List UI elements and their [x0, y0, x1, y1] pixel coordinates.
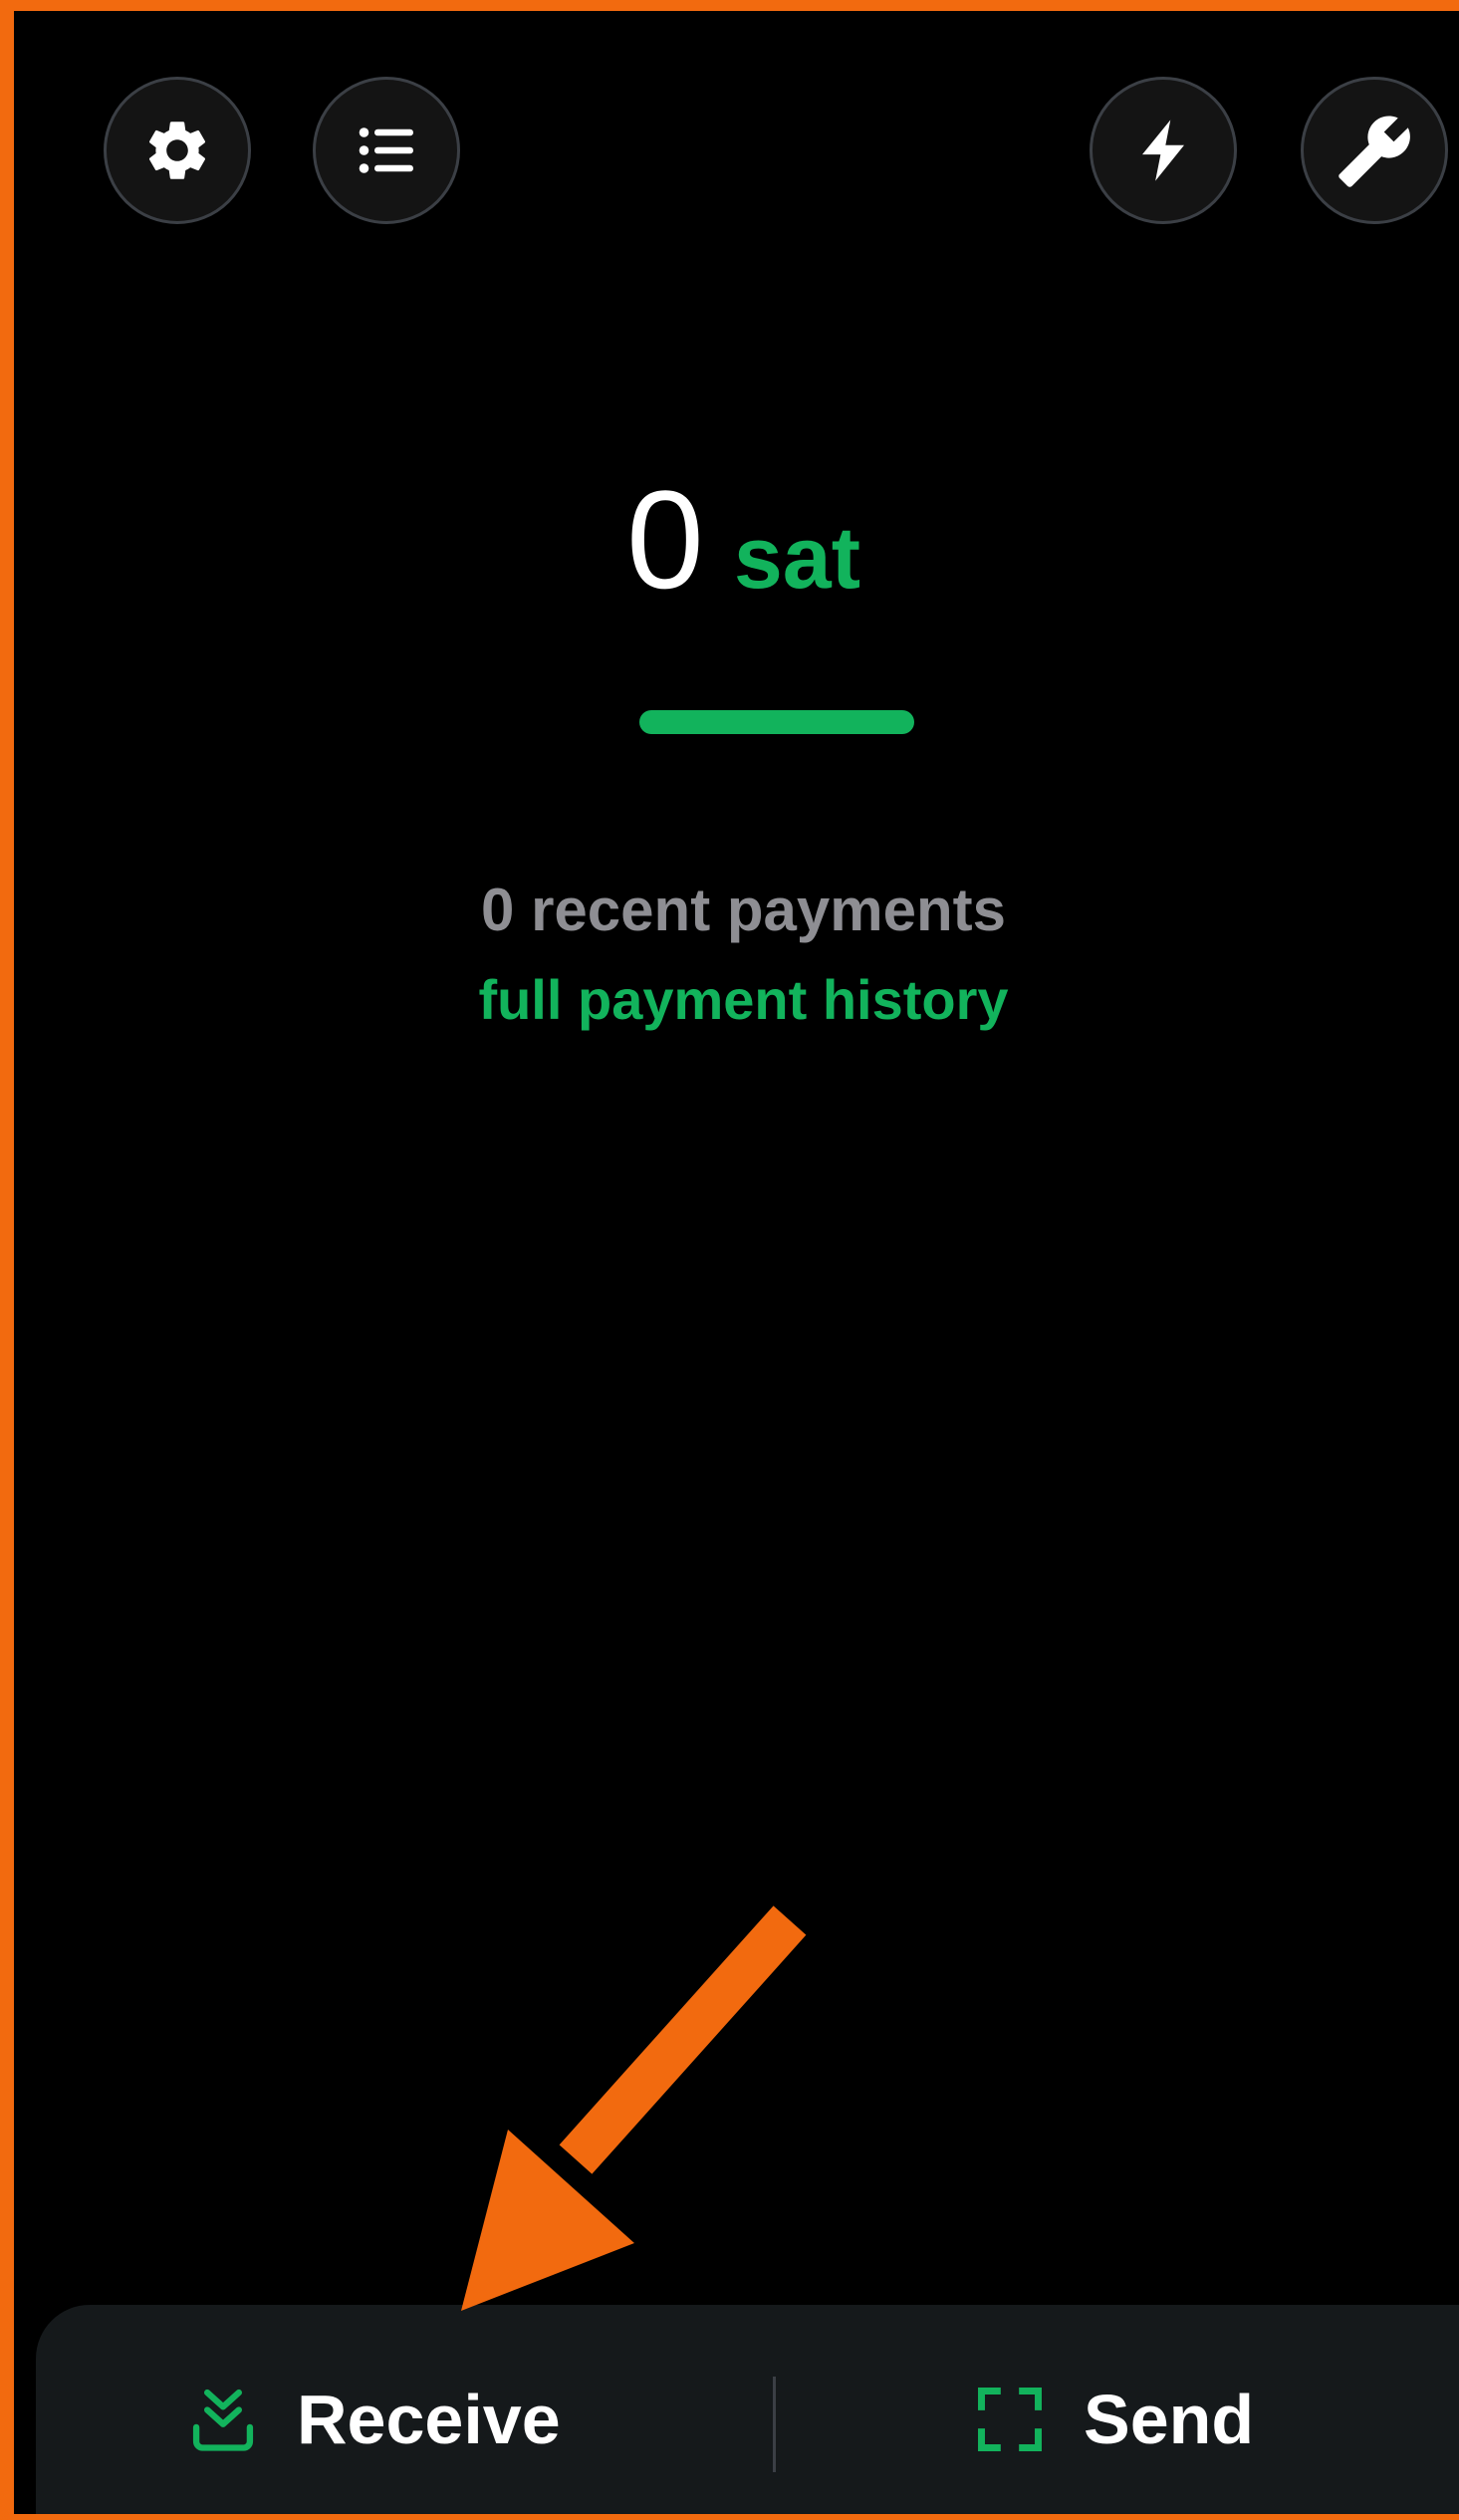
settings-button[interactable] [104, 77, 251, 224]
wrench-icon [1338, 116, 1410, 187]
list-icon [359, 127, 413, 173]
receive-label: Receive [297, 2381, 561, 2458]
send-button[interactable]: Send [972, 2305, 1390, 2514]
recent-payments-count: 0 recent payments [481, 877, 1006, 943]
bottom-action-bar: Receive Send [36, 2305, 1459, 2514]
balance-unit[interactable]: sat [734, 508, 860, 607]
lightning-button[interactable] [1090, 77, 1237, 224]
send-label: Send [1084, 2381, 1255, 2458]
full-payment-history-link[interactable]: full payment history [14, 967, 1459, 1032]
list-button[interactable] [313, 77, 460, 224]
bottom-divider [773, 2377, 776, 2472]
gear-icon [148, 122, 206, 179]
lightning-icon [1142, 120, 1184, 181]
balance-underline [639, 710, 914, 734]
scan-frame-icon [978, 2388, 1042, 2451]
receive-download-icon [192, 2389, 254, 2451]
tools-button[interactable] [1301, 77, 1448, 224]
receive-button[interactable]: Receive [185, 2305, 703, 2514]
app-screen: 0 sat 0 recent payments full payment hist… [0, 0, 1459, 2520]
balance-display: 0 sat [14, 459, 1459, 621]
balance-amount: 0 [625, 461, 704, 618]
